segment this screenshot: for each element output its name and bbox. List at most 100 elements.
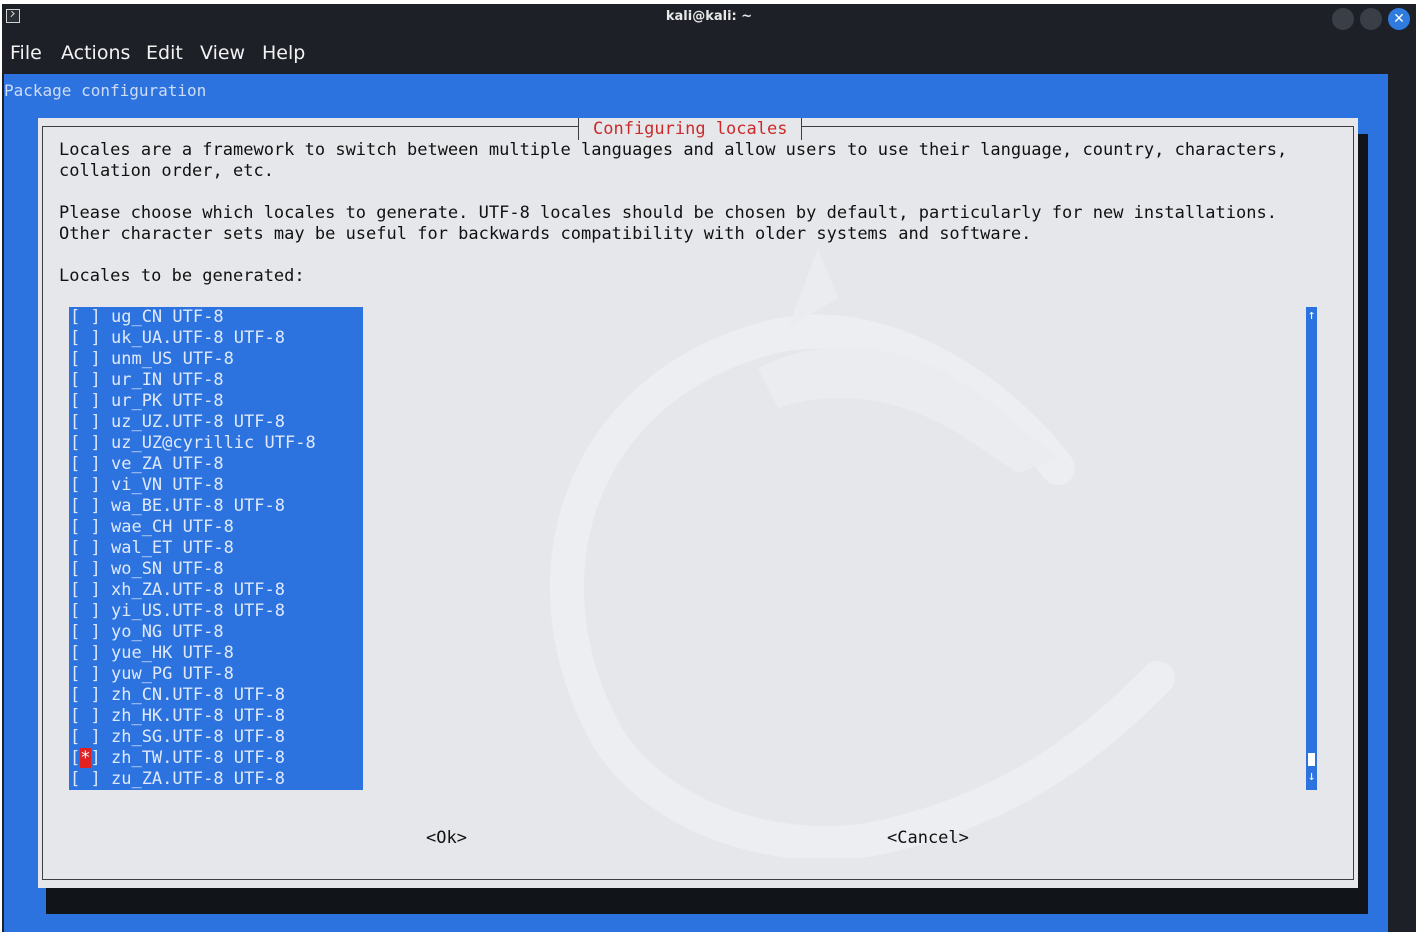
- checkbox-close-bracket: ]: [90, 307, 111, 327]
- locale-label: uk_UA.UTF-8 UTF-8: [110, 328, 285, 348]
- checkbox-unchecked[interactable]: [80, 559, 90, 579]
- checkbox-open-bracket: [: [70, 769, 81, 789]
- checkbox-close-bracket: ]: [90, 412, 111, 432]
- terminal-screen[interactable]: Package configuration Configuring locale…: [4, 74, 1388, 932]
- locale-option[interactable]: [ ] ve_ZA UTF-8: [69, 454, 224, 475]
- close-icon: ✕: [1393, 11, 1405, 27]
- checkbox-close-bracket: ]: [90, 664, 111, 684]
- checkbox-unchecked[interactable]: [80, 496, 90, 516]
- scroll-down-icon[interactable]: ↓: [1306, 770, 1317, 784]
- checkbox-open-bracket: [: [70, 622, 81, 642]
- checkbox-open-bracket: [: [70, 601, 81, 621]
- ok-button[interactable]: <Ok>: [426, 828, 467, 848]
- locale-option[interactable]: [ ] unm_US UTF-8: [69, 349, 234, 370]
- checkbox-unchecked[interactable]: [80, 601, 90, 621]
- locale-option[interactable]: [ ] yi_US.UTF-8 UTF-8: [69, 601, 285, 622]
- checkbox-close-bracket: ]: [90, 433, 111, 453]
- checkbox-unchecked[interactable]: [80, 391, 90, 411]
- terminal-window: kali@kali: ~ ✕ File Actions Edit View He…: [2, 4, 1416, 932]
- locale-option[interactable]: [ ] ur_IN UTF-8: [69, 370, 224, 391]
- menu-bar: File Actions Edit View Help: [2, 34, 1416, 70]
- menu-edit[interactable]: Edit: [146, 42, 183, 64]
- locale-option[interactable]: [ ] ug_CN UTF-8: [69, 307, 224, 328]
- locale-option[interactable]: [ ] wo_SN UTF-8: [69, 559, 224, 580]
- window-title: kali@kali: ~: [665, 9, 753, 24]
- checkbox-unchecked[interactable]: [80, 475, 90, 495]
- checkbox-unchecked[interactable]: [80, 517, 90, 537]
- locale-label: wa_BE.UTF-8 UTF-8: [110, 496, 285, 516]
- menu-help[interactable]: Help: [262, 42, 305, 64]
- checkbox-close-bracket: ]: [90, 328, 111, 348]
- checkbox-unchecked[interactable]: [80, 643, 90, 663]
- locale-label: ur_PK UTF-8: [110, 391, 224, 411]
- menu-actions[interactable]: Actions: [61, 42, 130, 64]
- checkbox-unchecked[interactable]: [80, 328, 90, 348]
- checkbox-close-bracket: ]: [90, 370, 111, 390]
- checkbox-unchecked[interactable]: [80, 412, 90, 432]
- scroll-thumb[interactable]: [1308, 753, 1315, 766]
- checkbox-unchecked[interactable]: [80, 307, 90, 327]
- locale-option[interactable]: [ ] uz_UZ@cyrillic UTF-8: [69, 433, 316, 454]
- checkbox-unchecked[interactable]: [80, 454, 90, 474]
- checkbox-open-bracket: [: [70, 559, 81, 579]
- checkbox-open-bracket: [: [70, 349, 81, 369]
- checkbox-unchecked[interactable]: [80, 538, 90, 558]
- maximize-button[interactable]: [1360, 8, 1382, 30]
- locale-option[interactable]: [ ] zh_SG.UTF-8 UTF-8: [69, 727, 285, 748]
- locale-option[interactable]: [ ] ur_PK UTF-8: [69, 391, 224, 412]
- locale-option[interactable]: [ ] uk_UA.UTF-8 UTF-8: [69, 328, 285, 349]
- checkbox-checked[interactable]: *: [80, 748, 91, 768]
- checkbox-open-bracket: [: [70, 475, 81, 495]
- locale-option[interactable]: [ ] zu_ZA.UTF-8 UTF-8: [69, 769, 285, 790]
- locale-label: yo_NG UTF-8: [110, 622, 224, 642]
- checkbox-open-bracket: [: [70, 706, 81, 726]
- locale-label: zh_SG.UTF-8 UTF-8: [110, 727, 285, 747]
- scroll-up-icon[interactable]: ↑: [1306, 309, 1317, 323]
- locale-option[interactable]: [ ] yuw_PG UTF-8: [69, 664, 234, 685]
- checkbox-close-bracket: ]: [90, 496, 111, 516]
- checkbox-unchecked[interactable]: [80, 580, 90, 600]
- locale-option[interactable]: [ ] zh_CN.UTF-8 UTF-8: [69, 685, 285, 706]
- checkbox-open-bracket: [: [70, 580, 81, 600]
- checkbox-unchecked[interactable]: [80, 727, 90, 747]
- checkbox-unchecked[interactable]: [80, 664, 90, 684]
- backtitle: Package configuration: [4, 81, 207, 100]
- checkbox-unchecked[interactable]: [80, 769, 90, 789]
- menu-view[interactable]: View: [200, 42, 245, 64]
- locale-label: zh_CN.UTF-8 UTF-8: [110, 685, 285, 705]
- locale-option[interactable]: [ ] vi_VN UTF-8: [69, 475, 224, 496]
- checkbox-open-bracket: [: [70, 664, 81, 684]
- close-button[interactable]: ✕: [1388, 8, 1410, 30]
- checkbox-close-bracket: ]: [90, 517, 111, 537]
- locale-option[interactable]: [ ] yue_HK UTF-8: [69, 643, 234, 664]
- locale-option[interactable]: [ ] uz_UZ.UTF-8 UTF-8: [69, 412, 285, 433]
- description-line-2: collation order, etc.: [59, 161, 274, 181]
- locale-label: uz_UZ@cyrillic UTF-8: [110, 433, 316, 453]
- title-bar: kali@kali: ~ ✕: [2, 4, 1416, 32]
- locale-label: vi_VN UTF-8: [110, 475, 224, 495]
- locale-option[interactable]: [ ] xh_ZA.UTF-8 UTF-8: [69, 580, 285, 601]
- checkbox-unchecked[interactable]: [80, 622, 90, 642]
- checkbox-unchecked[interactable]: [80, 370, 90, 390]
- locale-option[interactable]: [ ] wal_ET UTF-8: [69, 538, 234, 559]
- locale-option[interactable]: [*] zh_TW.UTF-8 UTF-8: [69, 748, 285, 769]
- cancel-button[interactable]: <Cancel>: [887, 828, 969, 848]
- description-line-3: Please choose which locales to generate.…: [59, 203, 1277, 223]
- checkbox-unchecked[interactable]: [80, 349, 90, 369]
- locale-option[interactable]: [ ] wae_CH UTF-8: [69, 517, 234, 538]
- checkbox-close-bracket: ]: [90, 454, 111, 474]
- checkbox-unchecked[interactable]: [80, 706, 90, 726]
- checkbox-unchecked[interactable]: [80, 433, 90, 453]
- minimize-button[interactable]: [1332, 8, 1354, 30]
- locale-label: yuw_PG UTF-8: [110, 664, 234, 684]
- checkbox-unchecked[interactable]: [80, 685, 90, 705]
- locale-option[interactable]: [ ] wa_BE.UTF-8 UTF-8: [69, 496, 285, 517]
- menu-file[interactable]: File: [10, 42, 42, 64]
- checkbox-open-bracket: [: [70, 328, 81, 348]
- list-scrollbar[interactable]: ↑ ↓: [1306, 307, 1317, 790]
- list-label: Locales to be generated:: [59, 266, 305, 286]
- locales-checklist[interactable]: [ ] ug_CN UTF-8[ ] uk_UA.UTF-8 UTF-8[ ] …: [69, 307, 363, 790]
- locale-option[interactable]: [ ] zh_HK.UTF-8 UTF-8: [69, 706, 285, 727]
- dialog-title: Configuring locales: [578, 118, 803, 140]
- locale-option[interactable]: [ ] yo_NG UTF-8: [69, 622, 224, 643]
